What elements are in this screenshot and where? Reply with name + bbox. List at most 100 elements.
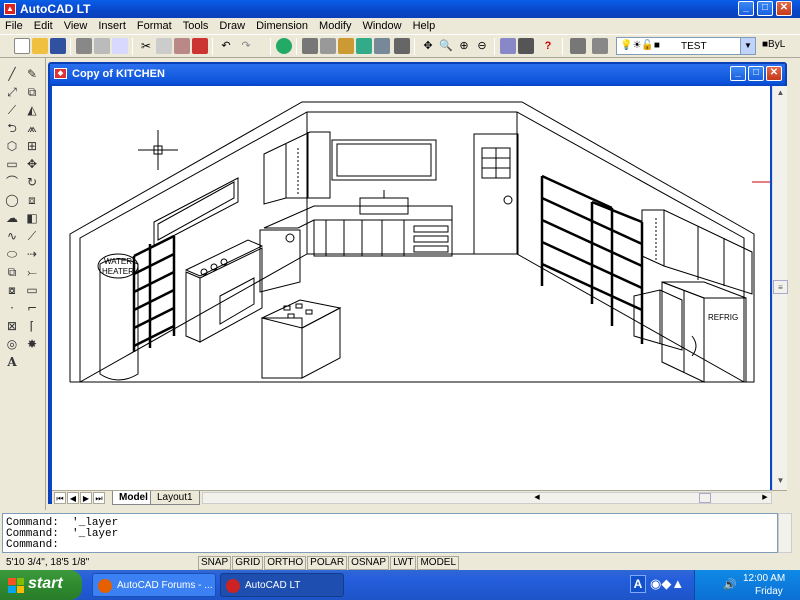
menu-view[interactable]: View xyxy=(59,18,94,34)
new-file-icon[interactable] xyxy=(14,38,30,54)
tray-app-icons[interactable]: ◉◆▲ xyxy=(650,576,684,592)
scroll-up-icon[interactable]: ▲ xyxy=(773,86,788,100)
trim-icon[interactable]: ⟋ xyxy=(24,228,40,244)
arc-icon[interactable]: ⌒ xyxy=(4,174,20,190)
scroll-left-icon[interactable]: ◀ xyxy=(531,493,543,503)
layer-manager-icon[interactable] xyxy=(570,38,586,54)
menu-draw[interactable]: Draw xyxy=(214,18,251,34)
close-button[interactable]: ✕ xyxy=(776,1,792,16)
redo-icon[interactable]: ↷ xyxy=(238,38,254,54)
multiline-text-icon[interactable]: A xyxy=(4,354,20,370)
join-icon[interactable]: ▭ xyxy=(24,282,40,298)
next-tab-icon[interactable]: ▶ xyxy=(80,492,92,504)
circle-icon[interactable]: ◯ xyxy=(4,192,20,208)
polygon-icon[interactable]: ⮌ xyxy=(4,120,20,136)
ellipse-icon[interactable]: ⬭ xyxy=(4,246,20,262)
toggle-lwt[interactable]: LWT xyxy=(390,556,417,570)
save-icon[interactable] xyxy=(50,38,66,54)
hexagon-icon[interactable]: ⬡ xyxy=(4,138,20,154)
offset-icon[interactable]: ⩕ xyxy=(24,120,40,136)
markup-icon[interactable] xyxy=(518,38,534,54)
calculator-icon[interactable] xyxy=(500,38,516,54)
zoom-realtime-icon[interactable]: 🔍 xyxy=(438,38,454,54)
point-icon[interactable]: · xyxy=(4,300,20,316)
volume-icon[interactable]: 🔊 xyxy=(723,578,737,591)
drawing-maximize-button[interactable]: □ xyxy=(748,66,764,81)
break-icon[interactable]: ⤚ xyxy=(24,264,40,280)
spline-icon[interactable]: ∿ xyxy=(4,228,20,244)
tab-layout1[interactable]: Layout1 xyxy=(150,491,200,505)
toolpalette-icon[interactable] xyxy=(374,38,390,54)
print-preview-icon[interactable] xyxy=(94,38,110,54)
stretch-icon[interactable]: ◧ xyxy=(24,210,40,226)
extend-icon[interactable]: ⇢ xyxy=(24,246,40,262)
layer-previous-icon[interactable] xyxy=(592,38,608,54)
rectangle-icon[interactable]: ▭ xyxy=(4,156,20,172)
zoom-previous-icon[interactable]: ⊖ xyxy=(474,38,490,54)
tool-icon[interactable] xyxy=(394,38,410,54)
insert-block-icon[interactable]: ⧉ xyxy=(4,264,20,280)
color-control[interactable]: ■ByL xyxy=(762,39,785,50)
object-snap-icon[interactable] xyxy=(302,38,318,54)
region-icon[interactable]: ◎ xyxy=(4,336,20,352)
last-tab-icon[interactable]: ⏭ xyxy=(93,492,105,504)
menu-format[interactable]: Format xyxy=(132,18,178,34)
start-button[interactable]: start xyxy=(0,570,82,600)
scroll-right-icon[interactable]: ▶ xyxy=(759,493,771,503)
open-folder-icon[interactable] xyxy=(32,38,48,54)
command-window[interactable]: Command: '_layer Command: '_layer Comman… xyxy=(2,513,778,553)
chevron-down-icon[interactable]: ▼ xyxy=(740,38,755,54)
toggle-snap[interactable]: SNAP xyxy=(198,556,232,570)
polyline-icon[interactable]: ⟋ xyxy=(4,102,20,118)
properties-icon[interactable] xyxy=(356,38,372,54)
help-icon[interactable]: ? xyxy=(540,38,556,54)
mirror-icon[interactable]: ◭ xyxy=(24,102,40,118)
ucs-icon[interactable] xyxy=(320,38,336,54)
toggle-grid[interactable]: GRID xyxy=(232,556,264,570)
undo-icon[interactable]: ↶ xyxy=(218,38,234,54)
scroll-down-icon[interactable]: ▼ xyxy=(773,474,788,488)
taskbar-item-autocad[interactable]: AutoCAD LT xyxy=(220,573,344,597)
erase-icon[interactable]: ✎ xyxy=(24,66,40,82)
menu-tools[interactable]: Tools xyxy=(178,18,215,34)
menu-file[interactable]: File xyxy=(0,18,29,34)
toggle-polar[interactable]: POLAR xyxy=(307,556,348,570)
layer-dropdown[interactable]: 💡☀🔓■ TEST ▼ xyxy=(616,37,756,55)
toggle-model[interactable]: MODEL xyxy=(417,556,460,570)
scroll-thumb[interactable]: ≡ xyxy=(773,280,788,294)
menu-dimension[interactable]: Dimension xyxy=(251,18,314,34)
command-scrollbar[interactable] xyxy=(778,513,792,553)
drawing-close-button[interactable]: ✕ xyxy=(766,66,782,81)
command-prompt[interactable]: Command: xyxy=(6,540,777,551)
array-icon[interactable]: ⊞ xyxy=(24,138,40,154)
minimize-button[interactable]: _ xyxy=(738,1,754,16)
chamfer-icon[interactable]: ⌐ xyxy=(24,300,40,316)
menu-insert[interactable]: Insert xyxy=(93,18,132,34)
drawing-vertical-scrollbar[interactable]: ▲ ≡ ▼ xyxy=(772,86,788,490)
explode-icon[interactable]: ✸ xyxy=(24,336,40,352)
print-icon[interactable] xyxy=(76,38,92,54)
copy-icon[interactable] xyxy=(156,38,172,54)
rotate-icon[interactable]: ↻ xyxy=(24,174,40,190)
clock-time[interactable]: 12:00 AM xyxy=(743,573,785,584)
scale-icon[interactable]: ⧈ xyxy=(24,192,40,208)
match-properties-icon[interactable] xyxy=(192,38,208,54)
menu-modify[interactable]: Modify xyxy=(314,18,357,34)
drawing-horizontal-scrollbar[interactable]: ◀ ▶ xyxy=(202,492,772,504)
toggle-osnap[interactable]: OSNAP xyxy=(348,556,390,570)
menu-help[interactable]: Help xyxy=(408,18,442,34)
prev-tab-icon[interactable]: ◀ xyxy=(67,492,79,504)
cut-icon[interactable]: ✂ xyxy=(138,38,154,54)
tab-model[interactable]: Model xyxy=(112,491,155,505)
copy-object-icon[interactable]: ⧉ xyxy=(24,84,40,100)
hyperlink-globe-icon[interactable] xyxy=(276,38,292,54)
zoom-window-icon[interactable]: ⊕ xyxy=(456,38,472,54)
pan-icon[interactable]: ✥ xyxy=(420,38,436,54)
taskbar-item-firefox[interactable]: AutoCAD Forums - ... xyxy=(92,573,216,597)
drawing-minimize-button[interactable]: _ xyxy=(730,66,746,81)
drawing-canvas[interactable]: WATER HEATER REFRIG xyxy=(52,86,770,490)
construction-line-icon[interactable]: ⤢ xyxy=(4,84,20,100)
menu-window[interactable]: Window xyxy=(357,18,407,34)
paste-icon[interactable] xyxy=(174,38,190,54)
menu-edit[interactable]: Edit xyxy=(29,18,59,34)
